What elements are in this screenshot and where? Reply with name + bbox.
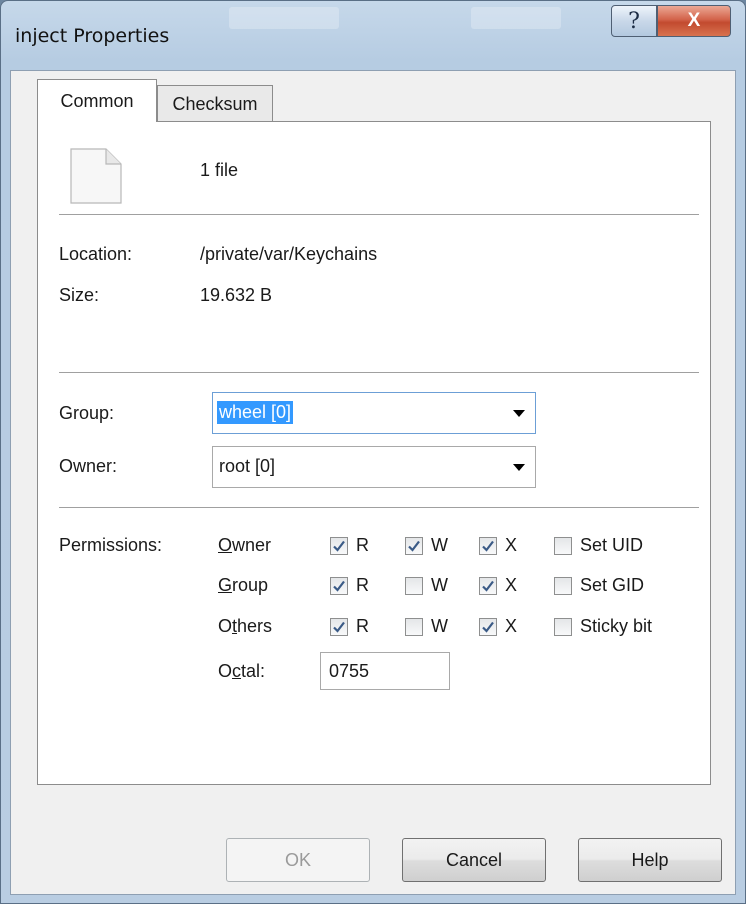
read-checkbox[interactable] xyxy=(330,537,348,555)
row-label-post: roup xyxy=(232,575,269,595)
cancel-label: Cancel xyxy=(445,849,503,870)
help-label: Help xyxy=(631,849,669,870)
execute-checkbox-label: X xyxy=(505,535,518,555)
special-checkbox[interactable] xyxy=(554,618,572,636)
close-icon: X xyxy=(687,10,701,31)
permission-row-label: Owner xyxy=(218,535,271,556)
execute-checkbox-label: X xyxy=(505,575,518,595)
window-title: inject Properties xyxy=(15,25,170,47)
execute-checkbox[interactable] xyxy=(479,537,497,555)
help-button[interactable]: Help xyxy=(578,838,722,882)
read-checkbox[interactable] xyxy=(330,577,348,595)
row-label-accelerator: O xyxy=(218,535,233,555)
question-icon: ? xyxy=(628,8,640,34)
permission-row-label: Others xyxy=(218,616,272,637)
octal-value: 0755 xyxy=(329,661,370,681)
tab-label: Common xyxy=(60,90,134,111)
owner-dropdown[interactable]: root [0] xyxy=(212,446,536,488)
ok-button[interactable]: OK xyxy=(226,838,370,882)
execute-checkbox[interactable] xyxy=(479,577,497,595)
divider xyxy=(59,372,699,373)
special-checkbox-label: Set UID xyxy=(580,535,644,555)
row-label-post: hers xyxy=(237,616,273,636)
write-checkbox-label: W xyxy=(431,535,448,555)
permissions-label: Permissions: xyxy=(59,535,163,555)
chevron-down-icon[interactable] xyxy=(513,410,525,417)
read-checkbox-label: R xyxy=(356,616,369,636)
size-label: Size: xyxy=(59,285,100,305)
read-checkbox-label: R xyxy=(356,575,369,595)
row-label-pre: O xyxy=(218,616,233,636)
divider xyxy=(59,507,699,508)
owner-label: Owner: xyxy=(59,456,118,476)
special-checkbox[interactable] xyxy=(554,577,572,595)
owner-value: root [0] xyxy=(219,456,276,476)
help-title-button[interactable]: ? xyxy=(611,5,657,37)
octal-label-post: tal: xyxy=(241,661,266,681)
special-checkbox-label: Sticky bit xyxy=(580,616,653,636)
group-dropdown[interactable]: wheel [0] xyxy=(212,392,536,434)
location-label: Location: xyxy=(59,244,133,264)
close-button[interactable]: X xyxy=(657,5,731,37)
title-bar[interactable]: inject Properties ? X xyxy=(1,1,745,71)
write-checkbox-label: W xyxy=(431,616,448,636)
octal-label-pre: O xyxy=(218,661,233,681)
execute-checkbox[interactable] xyxy=(479,618,497,636)
tab-checksum[interactable]: Checksum xyxy=(157,85,273,122)
tab-common[interactable]: Common xyxy=(37,79,157,122)
group-value: wheel [0] xyxy=(217,401,294,424)
row-label-accelerator: G xyxy=(218,575,233,595)
location-value: /private/var/Keychains xyxy=(200,244,378,264)
read-checkbox[interactable] xyxy=(330,618,348,636)
octal-label: Octal: xyxy=(218,661,265,682)
tab-label: Checksum xyxy=(172,93,258,114)
write-checkbox[interactable] xyxy=(405,618,423,636)
write-checkbox-label: W xyxy=(431,575,448,595)
background-window-ghost xyxy=(471,7,561,29)
size-value: 19.632 B xyxy=(200,285,273,305)
write-checkbox[interactable] xyxy=(405,537,423,555)
special-checkbox[interactable] xyxy=(554,537,572,555)
file-count: 1 file xyxy=(200,160,239,180)
ok-label: OK xyxy=(284,849,311,870)
permission-row-label: Group xyxy=(218,575,268,596)
octal-label-accelerator: c xyxy=(232,661,242,681)
divider xyxy=(59,214,699,215)
octal-input[interactable]: 0755 xyxy=(320,652,450,690)
write-checkbox[interactable] xyxy=(405,577,423,595)
execute-checkbox-label: X xyxy=(505,616,518,636)
cancel-button[interactable]: Cancel xyxy=(402,838,546,882)
group-label: Group: xyxy=(59,403,115,423)
document-icon xyxy=(70,148,122,204)
special-checkbox-label: Set GID xyxy=(580,575,645,595)
chevron-down-icon[interactable] xyxy=(513,464,525,471)
read-checkbox-label: R xyxy=(356,535,369,555)
row-label-post: wner xyxy=(232,535,272,555)
background-window-ghost xyxy=(229,7,339,29)
